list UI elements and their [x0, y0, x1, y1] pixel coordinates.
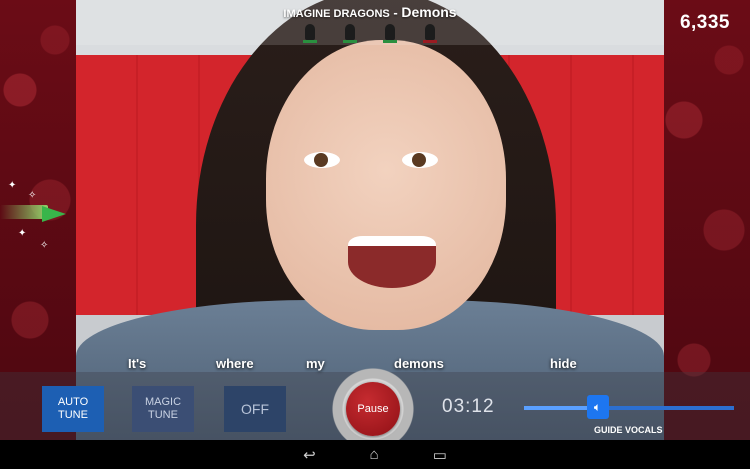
- sparkle-icon: ✧: [40, 240, 49, 251]
- tune-off-label: OFF: [241, 400, 269, 417]
- left-eye: [304, 152, 340, 168]
- sparkle-icon: ✦: [8, 180, 17, 191]
- title-separator: -: [393, 5, 398, 20]
- song-title: Demons: [401, 4, 457, 20]
- pause-button[interactable]: Pause: [346, 382, 400, 436]
- guide-vocals-slider-thumb[interactable]: 🔈︎: [586, 395, 609, 419]
- microphone-icon: [383, 24, 397, 43]
- right-eye: [402, 152, 438, 168]
- microphone-icon: [343, 24, 357, 43]
- magic-tune-label-line2: TUNE: [148, 409, 178, 421]
- lyric-word: It's: [128, 356, 147, 371]
- lyric-word: hide: [550, 356, 577, 371]
- elapsed-time: 03:12: [442, 396, 495, 417]
- pause-label: Pause: [357, 403, 389, 415]
- speaker-icon: 🔈︎: [593, 399, 602, 414]
- score-counter: 6,335: [679, 12, 730, 33]
- auto-tune-label-line2: TUNE: [58, 409, 88, 421]
- magic-tune-button[interactable]: MAGIC TUNE: [132, 386, 194, 432]
- magic-tune-label-line1: MAGIC: [144, 396, 182, 408]
- guide-vocals-label: GUIDE VOCALS: [594, 425, 663, 435]
- artist-name: IMAGINE DRAGONS: [283, 8, 390, 20]
- lyric-word: my: [306, 356, 325, 371]
- tune-off-button[interactable]: OFF: [224, 386, 286, 432]
- singer-face: [266, 40, 506, 330]
- singer-mics: [76, 24, 664, 43]
- sparkle-icon: ✧: [28, 190, 37, 201]
- auto-tune-label-line1: AUTO: [57, 396, 89, 408]
- auto-tune-button[interactable]: AUTO TUNE: [42, 386, 104, 432]
- singer-mouth: [348, 236, 436, 288]
- song-info: IMAGINE DRAGONS - Demons: [76, 4, 664, 20]
- sparkle-icon: ✦: [18, 228, 27, 239]
- pitch-arrow-icon: [42, 206, 66, 222]
- microphone-icon: [423, 24, 437, 43]
- pitch-trail: [0, 205, 48, 219]
- home-icon[interactable]: ⌂: [370, 446, 379, 463]
- android-nav-bar: ↩ ⌂ ▭: [0, 440, 750, 469]
- lyric-word: demons: [394, 356, 444, 371]
- back-icon[interactable]: ↩: [303, 446, 316, 464]
- song-header: IMAGINE DRAGONS - Demons: [76, 0, 664, 45]
- microphone-icon: [303, 24, 317, 43]
- karaoke-screen: IMAGINE DRAGONS - Demons 6,335 ✦ ✧ ✦ ✧ I…: [0, 0, 750, 469]
- recents-icon[interactable]: ▭: [433, 446, 447, 464]
- lyric-word: where: [216, 356, 254, 371]
